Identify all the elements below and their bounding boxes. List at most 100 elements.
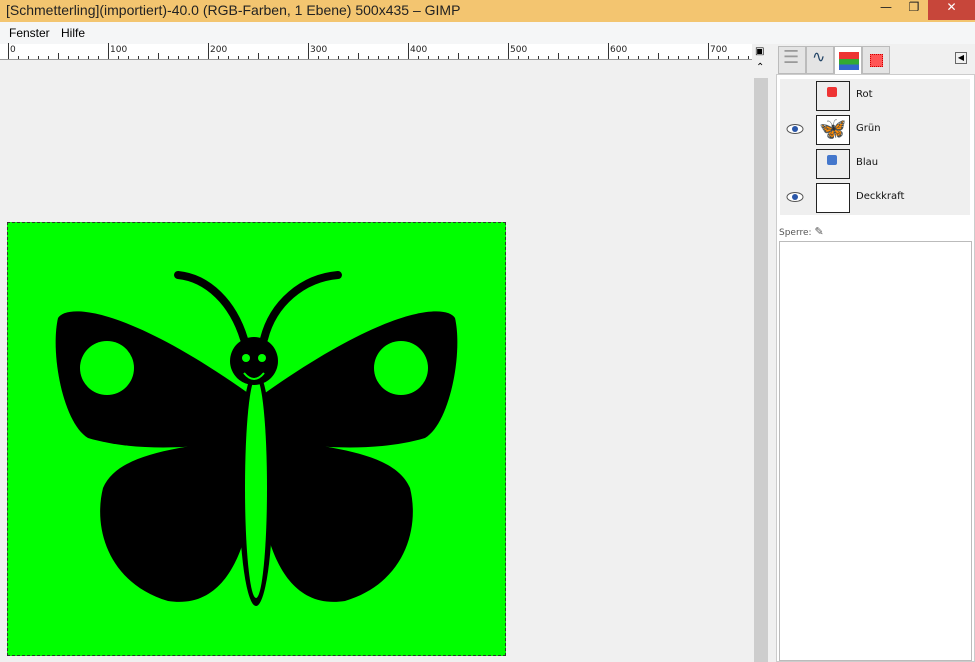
channel-row-grün[interactable]: 🦋 Grün	[780, 113, 970, 147]
ruler-tick	[738, 56, 739, 59]
ruler-tick	[178, 56, 179, 59]
eye-toggle[interactable]	[786, 157, 804, 169]
ruler-tick	[708, 43, 709, 59]
brush-lock-icon[interactable]: ✎	[814, 225, 823, 238]
ruler-tick	[298, 56, 299, 59]
ruler-tick	[718, 56, 719, 59]
vertical-scrollbar[interactable]: ▣ ⌃	[752, 44, 768, 662]
maximize-button[interactable]: ❐	[900, 0, 928, 20]
chevron-up-icon[interactable]: ⌃	[756, 62, 764, 73]
canvas-area[interactable]	[0, 61, 752, 662]
ruler-tick	[38, 56, 39, 59]
ruler-label: 0	[10, 45, 16, 55]
ruler-tick	[248, 56, 249, 59]
ruler-tick	[238, 56, 239, 59]
navigate-icon[interactable]: ▣	[755, 46, 764, 57]
channel-row-rot[interactable]: Rot	[780, 79, 970, 113]
ruler-tick	[538, 56, 539, 59]
channel-thumbnail: 🦋	[816, 115, 850, 145]
ruler-tick	[328, 56, 329, 59]
ruler-tick	[488, 56, 489, 59]
menu-bar: Fenster Hilfe	[0, 22, 975, 44]
channel-thumbnail	[816, 149, 850, 179]
eye-toggle[interactable]	[786, 89, 804, 101]
ruler-tick	[368, 56, 369, 59]
ruler-tick	[278, 56, 279, 59]
channel-list: Rot 🦋 Grün Blau Deckkraft	[780, 79, 970, 215]
ruler-tick	[68, 56, 69, 59]
ruler-tick	[378, 56, 379, 59]
ruler-tick	[138, 56, 139, 59]
ruler-tick	[498, 56, 499, 59]
paths-icon: ∿	[812, 47, 826, 66]
channel-name: Grün	[856, 123, 881, 134]
channel-name: Rot	[856, 89, 873, 100]
channel-name: Blau	[856, 157, 879, 168]
ruler-label: 500	[510, 45, 528, 55]
ruler-tick	[398, 56, 399, 59]
image-canvas[interactable]	[7, 222, 506, 656]
menu-fenster[interactable]: Fenster	[9, 26, 50, 40]
ruler-tick	[308, 43, 309, 59]
eye-icon[interactable]	[786, 191, 804, 203]
ruler-tick	[548, 56, 549, 59]
channel-thumbnail	[816, 81, 850, 111]
ruler-tick	[468, 56, 469, 59]
ruler-tick	[158, 53, 159, 59]
ruler-tick	[518, 56, 519, 59]
ruler-label: 400	[410, 45, 428, 55]
ruler-tick	[438, 56, 439, 59]
channel-row-blau[interactable]: Blau	[780, 147, 970, 181]
ruler-tick	[418, 56, 419, 59]
channels-panel: Rot 🦋 Grün Blau Deckkraft Sperre: ✎	[776, 74, 975, 662]
ruler-tick	[258, 53, 259, 59]
channel-name: Deckkraft	[856, 191, 905, 202]
ruler-label: 200	[210, 45, 228, 55]
ruler-tick	[668, 56, 669, 59]
ruler-tick	[448, 56, 449, 59]
channel-row-deckkraft[interactable]: Deckkraft	[780, 181, 970, 215]
ruler-tick	[568, 56, 569, 59]
channels-dock: ☰ ∿ ◀ Rot 🦋 Grün Blau Deckkraft Sperre: ✎	[768, 44, 975, 662]
ruler-label: 300	[310, 45, 328, 55]
ruler-tick	[98, 56, 99, 59]
dock-menu-button[interactable]: ◀	[955, 52, 967, 64]
eye-icon[interactable]	[786, 123, 804, 135]
ruler-tick	[628, 56, 629, 59]
tab-colormap[interactable]	[862, 46, 890, 74]
horizontal-ruler[interactable]: 0 100 200 300 400 500 600 700	[0, 43, 752, 60]
ruler-tick	[618, 56, 619, 59]
ruler-tick	[48, 56, 49, 59]
close-button[interactable]: ✕	[928, 0, 975, 20]
scrollbar-thumb[interactable]	[754, 78, 768, 662]
ruler-tick	[208, 43, 209, 59]
ruler-tick	[28, 56, 29, 59]
ruler-tick	[348, 56, 349, 59]
ruler-tick	[288, 56, 289, 59]
lock-text: Sperre:	[779, 228, 812, 238]
ruler-tick	[128, 56, 129, 59]
ruler-tick	[428, 56, 429, 59]
ruler-tick	[688, 56, 689, 59]
colormap-icon	[870, 54, 883, 67]
ruler-tick	[88, 56, 89, 59]
ruler-tick	[508, 43, 509, 59]
ruler-tick	[608, 43, 609, 59]
ruler-tick	[118, 56, 119, 59]
window-title: [Schmetterling](importiert)-40.0 (RGB-Fa…	[6, 2, 461, 18]
minimize-button[interactable]: —	[872, 0, 900, 20]
empty-list	[779, 241, 972, 661]
ruler-tick	[648, 56, 649, 59]
ruler-label: 700	[710, 45, 728, 55]
tab-layers[interactable]: ☰	[778, 46, 806, 74]
ruler-tick	[728, 56, 729, 59]
ruler-tick	[358, 53, 359, 59]
tab-paths[interactable]: ∿	[806, 46, 834, 74]
ruler-tick	[168, 56, 169, 59]
ruler-tick	[638, 56, 639, 59]
ruler-tick	[598, 56, 599, 59]
tab-channels[interactable]	[834, 46, 862, 76]
ruler-tick	[588, 56, 589, 59]
menu-hilfe[interactable]: Hilfe	[61, 26, 85, 40]
ruler-tick	[228, 56, 229, 59]
